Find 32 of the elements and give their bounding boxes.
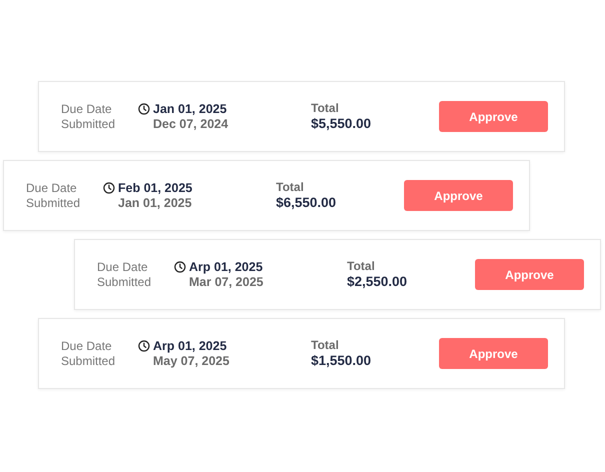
submitted-date: May 07, 2025	[153, 354, 230, 368]
approve-button[interactable]: Approve	[439, 101, 548, 132]
due-date: Feb 01, 2025	[118, 181, 192, 195]
due-date-label: Due Date	[26, 181, 78, 195]
submitted-date: Mar 07, 2025	[189, 275, 264, 289]
submitted-label: Submitted	[61, 117, 116, 131]
submitted-label: Submitted	[97, 275, 152, 289]
approve-button[interactable]: Approve	[439, 338, 548, 369]
total-amount: $6,550.00	[276, 195, 338, 211]
due-date-label: Due Date	[61, 102, 113, 116]
approve-button[interactable]: Approve	[475, 259, 584, 290]
submitted-date: Jan 01, 2025	[118, 196, 193, 210]
clock-icon	[103, 182, 115, 194]
due-date: Jan 01, 2025	[153, 102, 227, 116]
submitted-label: Submitted	[26, 196, 82, 210]
due-date-label: Due Date	[97, 260, 149, 274]
clock-icon	[174, 261, 186, 273]
total-amount: $2,550.00	[347, 274, 408, 290]
total-amount: $1,550.00	[311, 353, 372, 369]
clock-icon	[138, 103, 150, 115]
total-label: Total	[311, 101, 340, 115]
due-date: Arp 01, 2025	[189, 260, 263, 274]
approve-button[interactable]: Approve	[404, 180, 513, 211]
total-label: Total	[311, 338, 340, 352]
submitted-label: Submitted	[61, 354, 116, 368]
total-amount: $5,550.00	[311, 116, 372, 132]
due-date: Arp 01, 2025	[153, 339, 227, 353]
submitted-date: Dec 07, 2024	[153, 117, 230, 131]
total-label: Total	[276, 180, 305, 194]
clock-icon	[138, 340, 150, 352]
due-date-label: Due Date	[61, 339, 113, 353]
total-label: Total	[347, 259, 376, 273]
